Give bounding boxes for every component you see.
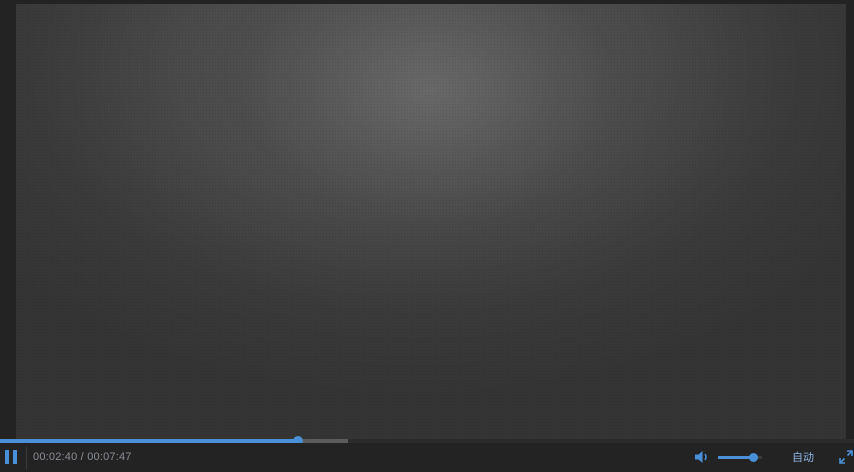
fullscreen-icon	[839, 450, 853, 464]
time-display: 00:02:40 / 00:07:47	[33, 451, 132, 463]
pause-icon	[5, 450, 9, 464]
video-player: 00:02:40 / 00:07:47 自动	[0, 0, 854, 472]
volume-handle[interactable]	[749, 453, 759, 462]
volume-button[interactable]	[694, 449, 712, 465]
pause-button[interactable]	[4, 450, 20, 466]
fullscreen-button[interactable]	[838, 449, 854, 465]
pause-icon-bar	[13, 450, 17, 464]
control-bar: 00:02:40 / 00:07:47 自动	[0, 443, 854, 472]
current-time: 00:02:40	[33, 451, 78, 463]
time-separator: /	[77, 451, 88, 463]
volume-icon	[695, 451, 707, 463]
volume-slider[interactable]	[718, 453, 762, 462]
control-divider	[26, 447, 27, 469]
player-left-border	[0, 0, 16, 440]
volume-level	[718, 456, 754, 459]
quality-button[interactable]: 自动	[783, 450, 823, 466]
video-display[interactable]	[16, 4, 846, 440]
duration: 00:07:47	[87, 451, 132, 463]
